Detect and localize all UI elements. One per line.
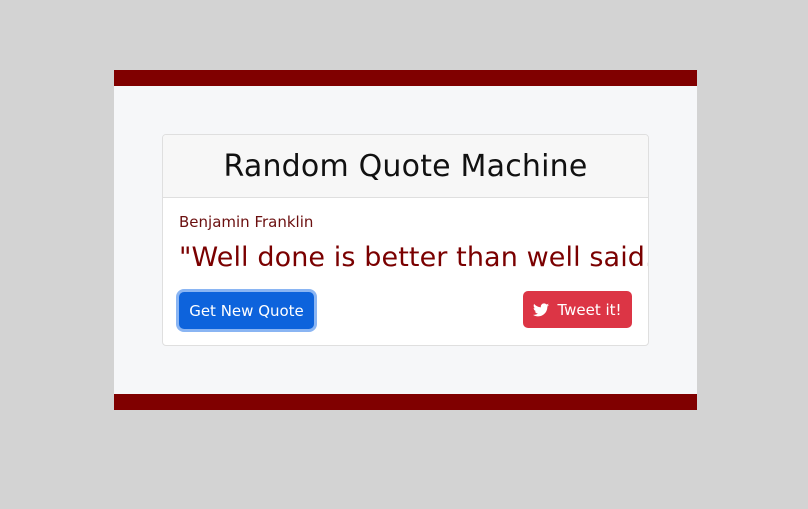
card-body: Benjamin Franklin "Well done is better t… xyxy=(163,198,649,345)
tweet-label: Tweet it! xyxy=(557,300,622,319)
twitter-icon xyxy=(533,302,550,317)
card-header: Random Quote Machine xyxy=(163,135,648,198)
quote-frame: Random Quote Machine Benjamin Franklin "… xyxy=(114,70,697,410)
page-title: Random Quote Machine xyxy=(223,149,588,184)
new-quote-button[interactable]: Get New Quote xyxy=(179,292,314,329)
quote-text: "Well done is better than well said." xyxy=(179,242,649,273)
tweet-button[interactable]: Tweet it! xyxy=(523,291,632,328)
new-quote-label: Get New Quote xyxy=(189,301,304,320)
quote-box: Random Quote Machine Benjamin Franklin "… xyxy=(162,134,649,346)
quote-author: Benjamin Franklin xyxy=(179,213,314,231)
